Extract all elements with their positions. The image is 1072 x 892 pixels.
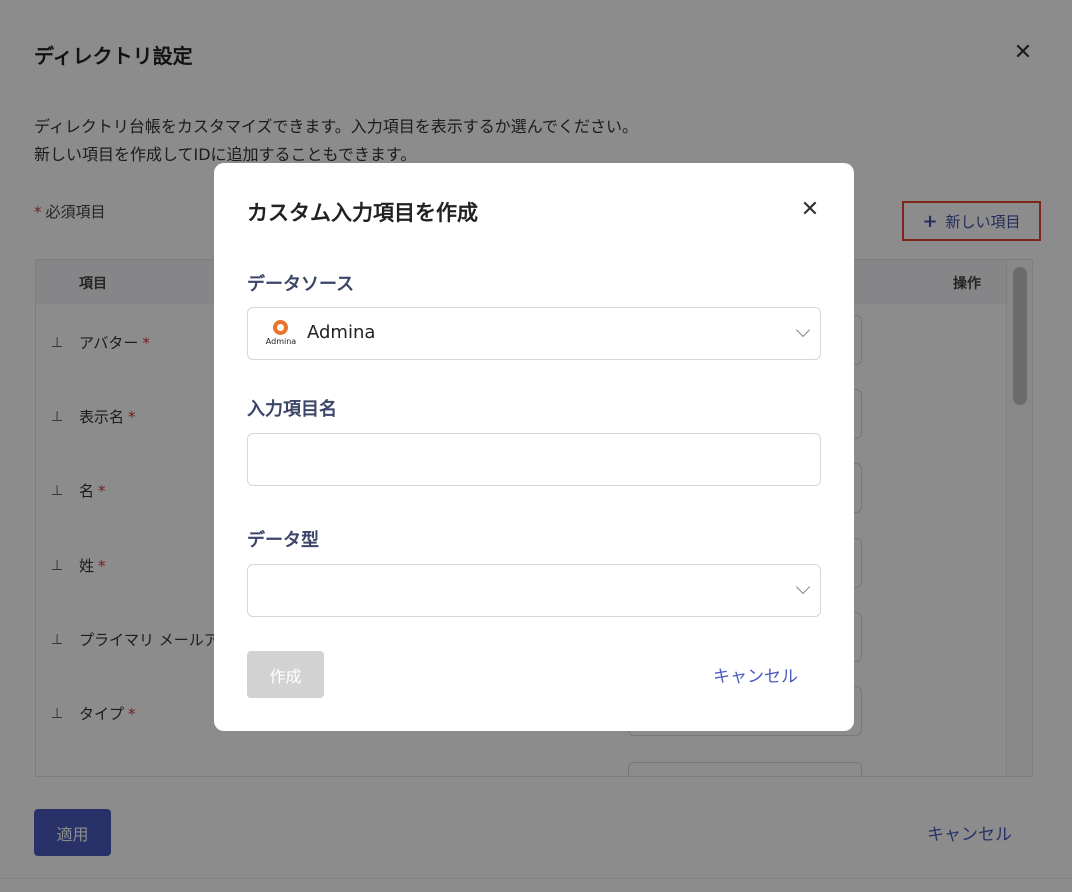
data-source-value: Admina (307, 322, 376, 343)
admina-logo: Admina (264, 320, 296, 348)
admina-logo-icon (273, 320, 288, 335)
create-button[interactable]: 作成 (247, 651, 324, 698)
data-source-label: データソース (247, 274, 355, 295)
chevron-down-icon (795, 322, 811, 338)
field-name-input[interactable] (247, 433, 821, 486)
data-type-select[interactable] (247, 564, 821, 617)
field-name-label: 入力項目名 (247, 399, 337, 420)
data-type-label: データ型 (247, 530, 319, 551)
modal-cancel-button[interactable]: キャンセル (713, 662, 798, 687)
close-icon[interactable]: ✕ (797, 197, 823, 223)
data-source-select[interactable]: Admina Admina (247, 307, 821, 360)
admina-logo-text: Admina (265, 337, 297, 346)
modal-title: カスタム入力項目を作成 (247, 201, 478, 225)
chevron-down-icon (795, 579, 811, 595)
create-custom-field-modal: カスタム入力項目を作成 ✕ データソース Admina Admina 入力項目名… (214, 163, 854, 731)
